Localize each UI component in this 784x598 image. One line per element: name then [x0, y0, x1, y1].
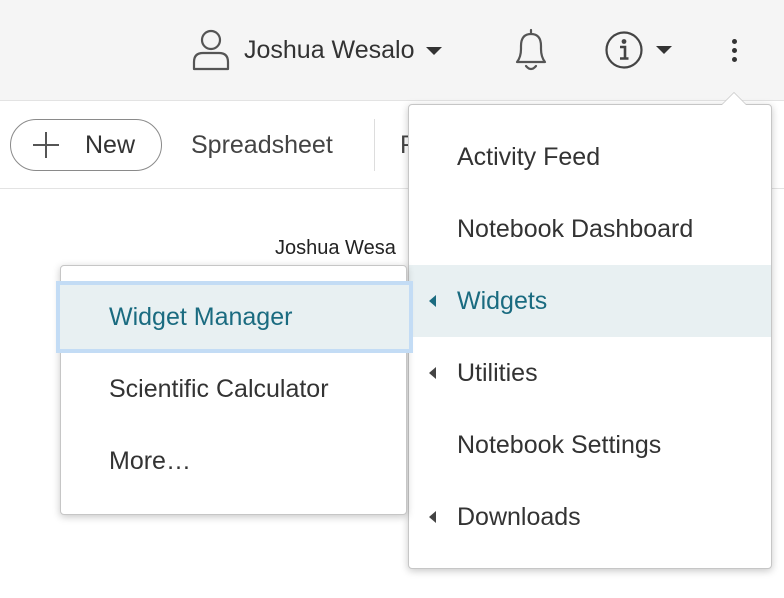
toolbar-divider: [374, 119, 375, 171]
user-menu-button[interactable]: Joshua Wesalo: [192, 28, 443, 72]
chevron-down-icon: [426, 47, 443, 55]
menu-item-downloads[interactable]: Downloads: [409, 481, 771, 553]
content-user-name: Joshua Wesa: [275, 237, 396, 259]
submenu-item-widget-manager[interactable]: Widget Manager: [56, 281, 413, 353]
menu-item-label: Activity Feed: [457, 143, 601, 171]
submenu-item-scientific-calculator[interactable]: Scientific Calculator: [61, 353, 406, 425]
new-button[interactable]: New: [10, 119, 162, 171]
menu-item-label: Utilities: [457, 359, 538, 387]
info-icon: [605, 31, 643, 69]
menu-item-notebook-settings[interactable]: Notebook Settings: [409, 409, 771, 481]
submenu-item-more[interactable]: More…: [61, 425, 406, 497]
menu-item-notebook-dashboard[interactable]: Notebook Dashboard: [409, 193, 771, 265]
chevron-left-icon: [429, 511, 436, 523]
menu-item-label: Widgets: [457, 287, 548, 315]
menu-item-label: Downloads: [457, 503, 581, 531]
bell-icon[interactable]: [510, 26, 552, 74]
chevron-left-icon: [429, 295, 436, 307]
submenu-item-label: More…: [109, 447, 191, 475]
chevron-left-icon: [429, 367, 436, 379]
menu-item-activity-feed[interactable]: Activity Feed: [409, 121, 771, 193]
menu-item-label: Notebook Dashboard: [457, 215, 694, 243]
top-header-bar: Joshua Wesalo: [0, 0, 784, 101]
info-menu-button[interactable]: [604, 28, 672, 72]
user-icon: [192, 29, 230, 71]
kebab-menu-icon[interactable]: [722, 30, 746, 70]
new-button-label: New: [85, 130, 136, 159]
menu-item-utilities[interactable]: Utilities: [409, 337, 771, 409]
widgets-submenu: Widget Manager Scientific Calculator Mor…: [56, 265, 413, 515]
plus-icon: [33, 132, 59, 158]
chevron-down-icon: [656, 46, 672, 54]
submenu-item-label: Widget Manager: [109, 303, 293, 331]
menu-pointer: [721, 92, 747, 105]
user-name: Joshua Wesalo: [244, 35, 415, 64]
toolbar-item-spreadsheet[interactable]: Spreadsheet: [191, 119, 333, 171]
menu-item-widgets[interactable]: Widgets: [409, 265, 771, 337]
main-dropdown-menu: Activity Feed Notebook Dashboard Widgets…: [408, 92, 772, 569]
submenu-item-label: Scientific Calculator: [109, 375, 329, 403]
menu-item-label: Notebook Settings: [457, 431, 662, 459]
